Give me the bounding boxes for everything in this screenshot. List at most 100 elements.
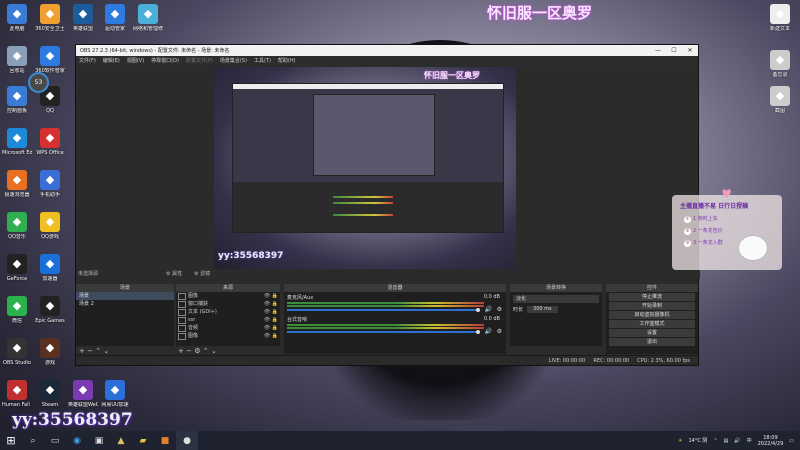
remove-icon[interactable]: − bbox=[186, 347, 192, 355]
desktop-icon[interactable]: ◆ 备忘录 bbox=[765, 50, 795, 78]
weather-text[interactable]: 14°C 阴 bbox=[688, 437, 707, 444]
gear-icon[interactable]: ⚙ bbox=[194, 347, 200, 355]
desktop-icon[interactable]: ◆ 英雄联盟WeGame bbox=[68, 380, 98, 408]
control-button[interactable]: 设置 bbox=[609, 329, 695, 337]
desktop-icon[interactable]: ◆ WPS Office bbox=[35, 128, 65, 156]
desktop-icon[interactable]: ◆ 此电脑 bbox=[2, 4, 32, 32]
close-icon[interactable]: ✕ bbox=[682, 47, 698, 54]
desktop-icon[interactable]: ◆ Steam bbox=[35, 380, 65, 408]
down-icon[interactable]: ⌄ bbox=[211, 347, 217, 355]
menu-item[interactable]: 工具(T) bbox=[254, 57, 271, 64]
desktop-icon[interactable]: ◆ 游戏 bbox=[35, 338, 65, 366]
windows-start-icon[interactable]: ⊞ bbox=[0, 431, 22, 450]
menu-item[interactable]: 帮助(H) bbox=[278, 57, 296, 64]
control-button[interactable]: 工作室模式 bbox=[609, 320, 695, 328]
source-item[interactable]: 图像 👁 🔒 bbox=[176, 292, 280, 300]
duration-input[interactable]: 300 ms bbox=[527, 306, 558, 313]
desktop-icon[interactable]: ◆ 360软件管家 bbox=[35, 46, 65, 74]
control-button[interactable]: 开始录制 bbox=[609, 302, 695, 310]
visibility-icon[interactable]: 👁 🔒 bbox=[264, 316, 278, 324]
speaker-icon[interactable]: 🔊 bbox=[485, 306, 492, 313]
properties-icon[interactable]: ⚙ 属性 bbox=[166, 270, 182, 279]
desktop-icon[interactable]: ◆ GeForce bbox=[2, 254, 32, 282]
menu-item[interactable]: 编辑(E) bbox=[103, 57, 120, 64]
visibility-icon[interactable]: 👁 🔒 bbox=[264, 292, 278, 300]
search-icon[interactable]: ⌕ bbox=[22, 431, 44, 450]
desktop-icon[interactable]: ◆ 极速浏览器 bbox=[2, 170, 32, 198]
app-icon[interactable]: ▲ bbox=[110, 431, 132, 450]
app-icon[interactable]: ■ bbox=[154, 431, 176, 450]
obs-icon[interactable]: ● bbox=[176, 431, 198, 450]
obs-preview[interactable]: 怀旧服一区奥罗 yy:35568397 bbox=[214, 67, 516, 269]
visibility-icon[interactable]: 👁 🔒 bbox=[264, 324, 278, 332]
perf-indicator[interactable]: 53 bbox=[28, 72, 49, 93]
visibility-icon[interactable]: 👁 🔒 bbox=[264, 308, 278, 316]
desktop-icon[interactable]: ◆ QQ游戏 bbox=[35, 212, 65, 240]
tray-chevron-icon[interactable]: ⌃ bbox=[713, 438, 717, 444]
desktop-icon[interactable]: ◆ Microsoft Edge bbox=[2, 128, 32, 156]
transition-select[interactable]: 淡化 bbox=[513, 295, 599, 303]
visibility-icon[interactable]: 👁 🔒 bbox=[264, 332, 278, 340]
menu-item[interactable]: 停靠窗口(D) bbox=[151, 57, 179, 64]
desktop-icon[interactable]: ◆ Epic Games bbox=[35, 296, 65, 324]
minimize-icon[interactable]: — bbox=[650, 47, 666, 54]
volume-knob[interactable] bbox=[476, 308, 480, 312]
menu-item[interactable]: 视图(V) bbox=[127, 57, 144, 64]
desktop-icon[interactable]: ◆ 新建文本 bbox=[765, 4, 795, 32]
desktop-icon[interactable]: ◆ 网易UU加速 bbox=[100, 380, 130, 408]
up-icon[interactable]: ⌃ bbox=[203, 347, 209, 355]
source-item[interactable]: 文本 (GDI+) 👁 🔒 bbox=[176, 308, 280, 316]
menu-item[interactable]: 文件(F) bbox=[79, 57, 96, 64]
scene-item[interactable]: 场景 2 bbox=[76, 300, 174, 308]
source-item[interactable]: ssr 👁 🔒 bbox=[176, 316, 280, 324]
weather-icon[interactable]: ☀ bbox=[678, 438, 682, 444]
desktop-icon[interactable]: ◆ 回收站 bbox=[2, 46, 32, 74]
desktop-icon[interactable]: ◆ 截图 bbox=[765, 86, 795, 114]
source-item[interactable]: 窗口捕获 👁 🔒 bbox=[176, 300, 280, 308]
control-button[interactable]: 启动虚拟摄像机 bbox=[609, 311, 695, 319]
desktop-icon[interactable]: ◆ 手机助手 bbox=[35, 170, 65, 198]
visibility-icon[interactable]: 👁 🔒 bbox=[264, 300, 278, 308]
obs-titlebar[interactable]: OBS 27.2.3 (64-bit, windows) - 配置文件: 未命名… bbox=[76, 45, 698, 56]
obs-window[interactable]: OBS 27.2.3 (64-bit, windows) - 配置文件: 未命名… bbox=[75, 44, 700, 366]
speaker-icon[interactable]: 🔊 bbox=[485, 328, 492, 335]
desktop-icon[interactable]: ◆ QQ音乐 bbox=[2, 212, 32, 240]
up-icon[interactable]: ⌃ bbox=[95, 347, 101, 355]
gear-icon[interactable]: ⚙ bbox=[497, 328, 502, 335]
down-icon[interactable]: ⌄ bbox=[103, 347, 109, 355]
gear-icon[interactable]: ⚙ bbox=[497, 306, 502, 313]
desktop-icon[interactable]: ◆ OBS Studio bbox=[2, 338, 32, 366]
source-item[interactable]: 图像 👁 🔒 bbox=[176, 332, 280, 340]
desktop-icon[interactable]: ◆ 微信 bbox=[2, 296, 32, 324]
maximize-icon[interactable]: ☐ bbox=[666, 47, 682, 54]
ime-indicator[interactable]: 中 bbox=[747, 437, 752, 444]
control-button[interactable]: 停止推流 bbox=[609, 293, 695, 301]
task-view-icon[interactable]: ▭ bbox=[44, 431, 66, 450]
edge-icon[interactable]: ◉ bbox=[66, 431, 88, 450]
source-item[interactable]: 音频 👁 🔒 bbox=[176, 324, 280, 332]
remove-icon[interactable]: − bbox=[87, 347, 93, 355]
folder-icon[interactable]: ▰ bbox=[132, 431, 154, 450]
control-button[interactable]: 退出 bbox=[609, 338, 695, 346]
desktop-icon[interactable]: ◆ 驱动管家 bbox=[100, 4, 130, 32]
volume-slider[interactable] bbox=[287, 309, 478, 311]
volume-slider[interactable] bbox=[287, 331, 478, 333]
desktop-icon[interactable]: ◆ 网络和管理修 bbox=[133, 4, 163, 32]
scene-item[interactable]: 场景 bbox=[76, 292, 174, 300]
add-icon[interactable]: + bbox=[178, 347, 184, 355]
filters-icon[interactable]: ⚙ 滤镜 bbox=[194, 270, 210, 279]
menu-item[interactable]: 场景集合(S) bbox=[220, 57, 247, 64]
add-icon[interactable]: + bbox=[79, 347, 85, 355]
desktop-icon[interactable]: ◆ 加速器 bbox=[35, 254, 65, 282]
menu-item[interactable]: 配置文件(P) bbox=[186, 57, 213, 64]
network-icon[interactable]: ▤ bbox=[724, 438, 729, 444]
desktop-icon[interactable]: ◆ 控制面板 bbox=[2, 86, 32, 114]
clock[interactable]: 18:09 2022/4/29 bbox=[758, 435, 784, 447]
desktop-icon[interactable]: ◆ 英雄联盟 bbox=[68, 4, 98, 32]
volume-icon[interactable]: 🔊 bbox=[734, 438, 740, 444]
desktop-icon[interactable]: ◆ 360安全卫士 bbox=[35, 4, 65, 32]
notification-icon[interactable]: ▭ bbox=[789, 438, 794, 444]
store-icon[interactable]: ▣ bbox=[88, 431, 110, 450]
volume-knob[interactable] bbox=[476, 330, 480, 334]
desktop-icon[interactable]: ◆ Human Fall Flat bbox=[2, 380, 32, 408]
